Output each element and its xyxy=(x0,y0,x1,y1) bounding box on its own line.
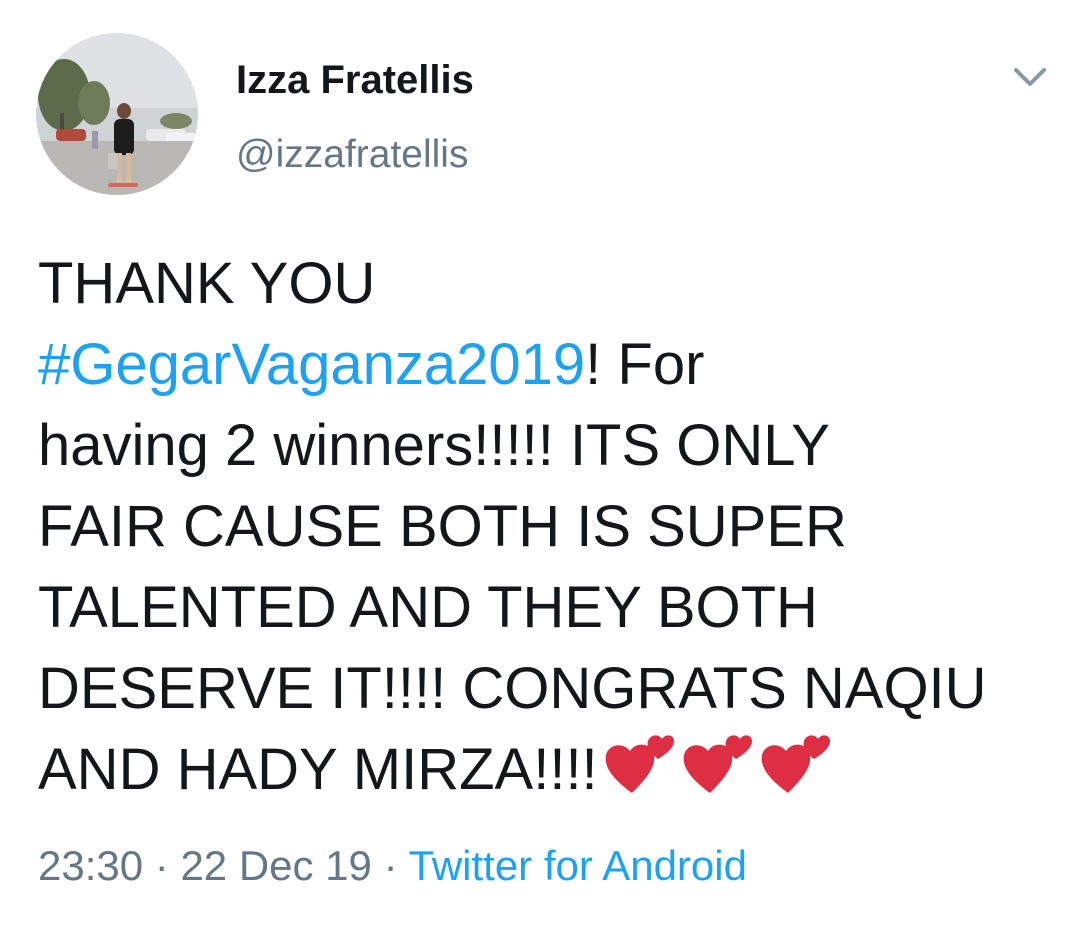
tweet-line: THANK YOU xyxy=(38,251,376,316)
tweet-line: DESERVE IT!!!! CONGRATS NAQIU xyxy=(38,656,987,721)
avatar[interactable] xyxy=(36,33,198,195)
user-handle[interactable]: @izzafratellis xyxy=(236,132,468,178)
tweet-line-text: AND HADY MIRZA!!!! xyxy=(38,737,598,802)
tweet-line: AND HADY MIRZA!!!! xyxy=(38,729,1048,810)
tweet-meta: 23:30 · 22 Dec 19 · Twitter for Android xyxy=(38,841,747,891)
tweet-line-text: ! For xyxy=(585,332,705,397)
tweet-line: FAIR CAUSE BOTH IS SUPER xyxy=(38,494,847,559)
two-hearts-icon xyxy=(602,729,676,795)
meta-separator: · xyxy=(371,842,409,889)
chevron-down-icon[interactable] xyxy=(1010,62,1050,92)
source-link[interactable]: Twitter for Android xyxy=(408,842,746,889)
tweet-time[interactable]: 23:30 xyxy=(38,842,143,889)
two-hearts-icon xyxy=(680,729,754,795)
tweet-line: #GegarVaganza2019! For xyxy=(38,324,1048,405)
tweet-line: TALENTED AND THEY BOTH xyxy=(38,575,818,640)
tweet-card: Izza Fratellis @izzafratellis THANK YOU … xyxy=(0,0,1080,926)
tweet-line: having 2 winners!!!!! ITS ONLY xyxy=(38,413,830,478)
two-hearts-icon xyxy=(758,729,832,795)
meta-separator: · xyxy=(143,842,181,889)
display-name[interactable]: Izza Fratellis xyxy=(236,56,474,104)
hashtag-link[interactable]: #GegarVaganza2019 xyxy=(38,332,585,397)
tweet-text: THANK YOU #GegarVaganza2019! For having … xyxy=(38,243,1048,810)
tweet-date[interactable]: 22 Dec 19 xyxy=(180,842,371,889)
